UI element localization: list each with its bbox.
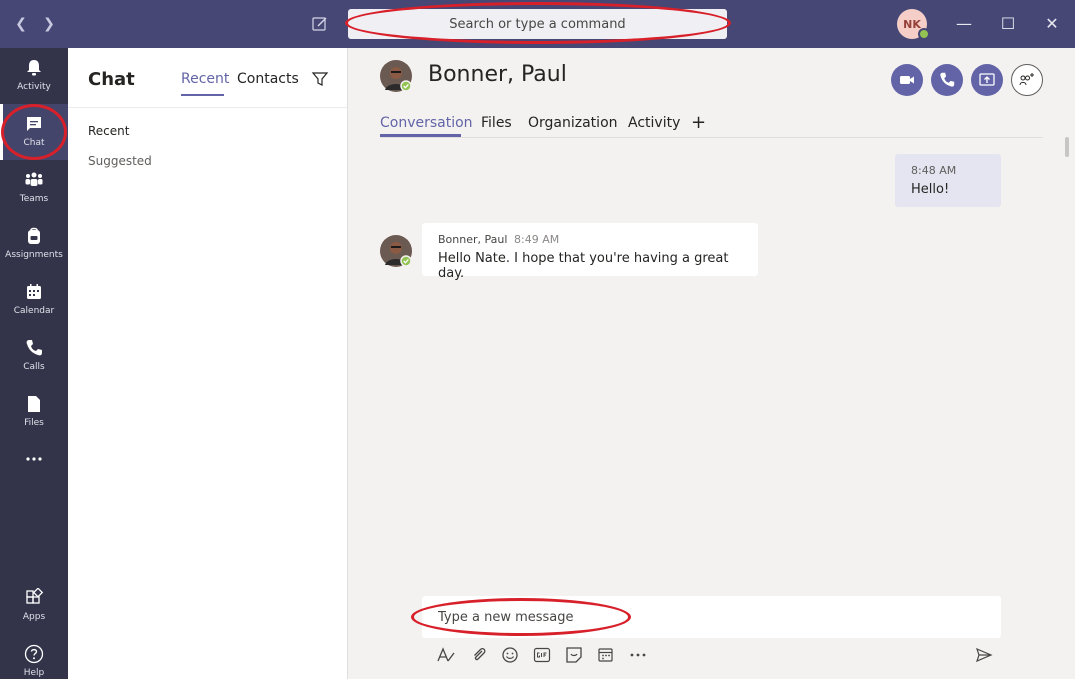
app-label: Chat	[23, 138, 45, 148]
search-placeholder: Search or type a command	[449, 16, 626, 32]
compose-box[interactable]	[422, 596, 1001, 638]
maximize-icon[interactable]: ☐	[998, 14, 1018, 34]
app-apps[interactable]: Apps	[0, 578, 68, 634]
app-help[interactable]: Help	[0, 634, 68, 679]
more-icon	[26, 457, 42, 461]
send-icon[interactable]	[974, 646, 994, 664]
message-sent[interactable]: 8:48 AM Hello!	[895, 154, 1001, 207]
app-calls[interactable]: Calls	[0, 328, 68, 384]
add-people-icon	[1019, 73, 1034, 86]
help-icon	[24, 644, 44, 664]
backpack-icon	[28, 227, 40, 244]
app-bar: Activity Chat Teams Assignments Calendar…	[0, 48, 68, 679]
presence-available-icon	[918, 28, 930, 40]
format-icon[interactable]	[436, 646, 456, 664]
share-screen-icon	[979, 73, 995, 86]
app-chat[interactable]: Chat	[0, 104, 68, 160]
message-text: Hello!	[911, 182, 950, 197]
add-people-button[interactable]	[1011, 64, 1043, 96]
message-time: 8:48 AM	[911, 164, 957, 177]
phone-icon	[26, 340, 42, 356]
app-label: Calls	[23, 362, 45, 372]
new-chat-icon[interactable]	[311, 15, 329, 33]
attach-icon[interactable]	[469, 646, 489, 664]
app-assignments[interactable]: Assignments	[0, 216, 68, 272]
message-text: Hello Nate. I hope that you're having a …	[438, 251, 729, 281]
minimize-icon[interactable]: —	[954, 14, 974, 34]
calendar-icon	[27, 284, 41, 299]
add-tab-icon[interactable]: +	[691, 112, 706, 133]
app-label: Apps	[22, 612, 46, 622]
scrollbar[interactable]	[1065, 137, 1069, 157]
apps-icon	[26, 588, 44, 604]
tab-files[interactable]: Files	[481, 115, 512, 131]
chat-icon	[27, 117, 41, 131]
search-box[interactable]: Search or type a command	[348, 9, 727, 39]
tab-activity[interactable]: Activity	[628, 115, 680, 131]
tab-active-indicator	[181, 94, 224, 96]
message-author-avatar[interactable]	[380, 235, 412, 267]
tab-contacts[interactable]: Contacts	[237, 71, 299, 87]
app-label: Assignments	[5, 250, 63, 260]
video-call-button[interactable]	[891, 64, 923, 96]
conversation-pane: Bonner, Paul Conversation Files Organiza…	[348, 48, 1075, 679]
forward-arrow-icon[interactable]: ❯	[40, 15, 58, 33]
emoji-icon[interactable]	[500, 646, 520, 664]
app-label: Help	[23, 668, 45, 678]
close-icon[interactable]: ✕	[1042, 14, 1062, 34]
more-apps-button[interactable]	[0, 444, 68, 474]
bell-icon	[27, 60, 41, 76]
chat-list-pane: Chat Recent Contacts Recent Suggested	[68, 48, 348, 679]
teams-icon	[25, 172, 43, 186]
audio-call-button[interactable]	[931, 64, 963, 96]
schedule-meeting-icon[interactable]	[596, 646, 616, 664]
app-teams[interactable]: Teams	[0, 160, 68, 216]
filter-icon[interactable]	[311, 70, 329, 88]
tab-conversation[interactable]: Conversation	[380, 115, 473, 131]
app-label: Calendar	[13, 306, 55, 316]
app-label: Teams	[19, 194, 49, 204]
phone-icon	[940, 72, 955, 87]
file-icon	[28, 396, 40, 412]
app-label: Files	[24, 418, 44, 428]
title-bar: ❮ ❯ Search or type a command NK — ☐ ✕	[0, 0, 1075, 48]
back-arrow-icon[interactable]: ❮	[12, 15, 30, 33]
tab-recent[interactable]: Recent	[181, 71, 229, 87]
contact-avatar[interactable]	[380, 60, 412, 92]
message-input[interactable]	[438, 596, 978, 638]
user-initials: NK	[903, 17, 921, 31]
list-title: Chat	[88, 69, 135, 90]
video-icon	[900, 76, 914, 84]
app-files[interactable]: Files	[0, 384, 68, 440]
divider	[380, 137, 1043, 138]
app-label: Activity	[17, 82, 51, 92]
sticker-icon[interactable]	[564, 646, 584, 664]
section-recent[interactable]: Recent	[88, 124, 129, 138]
message-author: Bonner, Paul	[438, 233, 508, 246]
contact-name: Bonner, Paul	[428, 62, 567, 87]
more-options-icon[interactable]	[628, 646, 648, 664]
app-calendar[interactable]: Calendar	[0, 272, 68, 328]
gif-icon[interactable]	[532, 646, 552, 664]
section-suggested[interactable]: Suggested	[88, 154, 152, 168]
message-time: 8:49 AM	[514, 233, 560, 246]
tab-organization[interactable]: Organization	[528, 115, 618, 131]
divider	[68, 107, 347, 108]
app-activity[interactable]: Activity	[0, 48, 68, 104]
message-received[interactable]: Bonner, Paul 8:49 AM Hello Nate. I hope …	[422, 223, 758, 281]
share-screen-button[interactable]	[971, 64, 1003, 96]
